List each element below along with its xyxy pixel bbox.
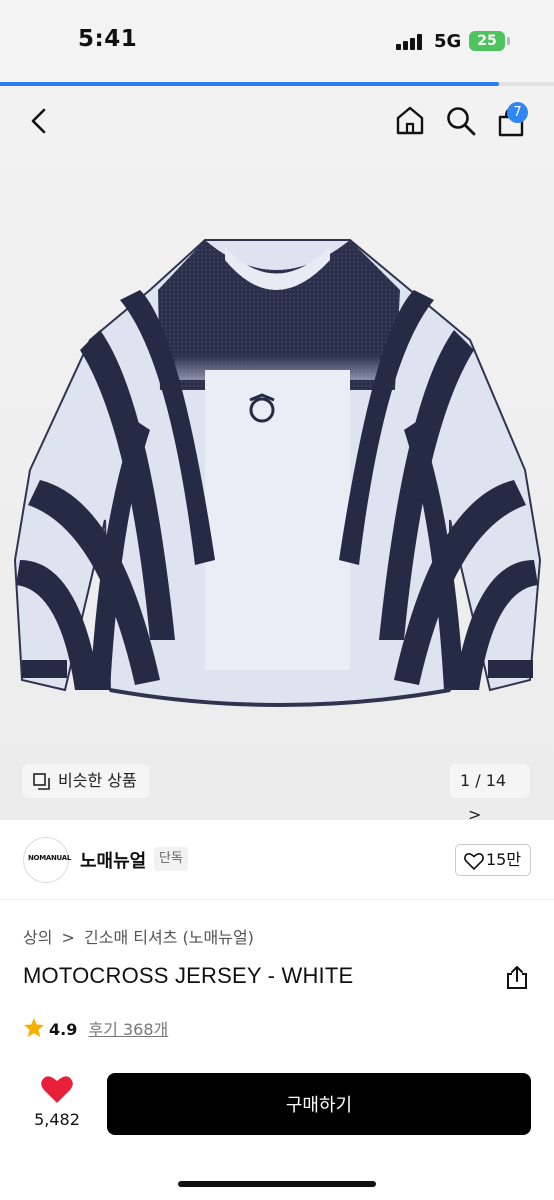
breadcrumb: 상의 > 긴소매 티셔츠 (노매뉴얼) [23,924,254,948]
product-title: MOTOCROSS JERSEY - WHITE [23,963,354,988]
status-time: 5:41 [78,26,138,52]
brand-logo-text: NOMANUAL [28,854,71,862]
search-icon[interactable] [445,105,477,137]
brand-logo[interactable]: NOMANUAL [23,837,71,883]
similar-products-label: 비슷한 상품 [58,771,137,790]
similar-products-button[interactable]: 비슷한 상품 [22,764,149,798]
rating-row: 4.9 후기 368개 [23,1016,168,1040]
product-image [13,239,542,707]
home-indicator [178,1181,376,1187]
brand-like-button[interactable]: 15만 [455,844,531,876]
image-pager-label: 1 / 14 [460,771,507,790]
rating-value: 4.9 [49,1020,78,1039]
exclusive-badge: 단독 [154,847,188,871]
review-link[interactable]: 후기 368개 [88,1020,168,1039]
back-icon[interactable] [26,106,52,136]
breadcrumb-subcategory[interactable]: 긴소매 티셔츠 (노매뉴얼) [84,928,254,947]
similar-icon [33,773,50,790]
battery-icon: 25 [469,31,505,51]
brand-like-count: 15만 [486,850,522,869]
cart-count-badge: 7 [507,102,528,123]
brand-name[interactable]: 노매뉴얼 [80,847,146,873]
heart-outline-icon [464,853,484,870]
status-bar: 5:41 5G 25 [0,0,554,84]
star-icon [24,1018,44,1037]
brand-row[interactable]: NOMANUAL 노매뉴얼 단독 15만 [0,820,554,900]
signal-icon [396,34,426,50]
network-label: 5G [434,31,462,52]
product-image-gallery[interactable] [0,86,554,820]
chevron-right-icon: > [61,928,75,947]
buy-button[interactable]: 구매하기 [107,1073,531,1135]
image-pager[interactable]: 1 / 14 > [450,764,530,824]
product-like-count: 5,482 [34,1110,80,1129]
share-icon[interactable] [504,964,530,990]
battery-tip [507,37,510,45]
breadcrumb-category[interactable]: 상의 [23,928,52,947]
home-icon[interactable] [394,104,426,136]
heart-filled-icon[interactable] [40,1074,74,1104]
